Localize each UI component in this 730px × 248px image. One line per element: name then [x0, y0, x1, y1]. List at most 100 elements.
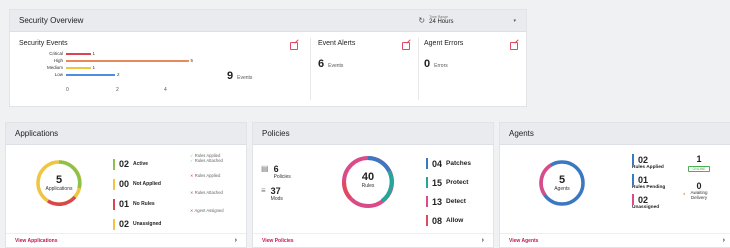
stat-color-bar — [426, 158, 428, 169]
event-level-value: 2 — [117, 72, 120, 77]
event-level-label: Medium — [46, 65, 63, 70]
event-level-label: Critical — [49, 51, 63, 56]
refresh-icon[interactable]: ↻ — [418, 16, 425, 25]
policies-count: 6 — [273, 164, 279, 174]
stat-number: 15 — [432, 177, 443, 188]
applications-stats: 02 Active 00 Not Applied 01 No Rules 02 Unassig… — [113, 154, 161, 234]
divider — [418, 38, 419, 100]
stat-number: 13 — [432, 196, 443, 207]
policies-donut-center: 40 Rules — [340, 171, 396, 189]
stat-label: Unassigned — [133, 221, 162, 227]
agents-donut-value: 5 — [558, 174, 566, 186]
event-level-label: Low — [54, 72, 63, 77]
applications-card: Applications 5 Applications 02 Active 00 No… — [5, 122, 247, 248]
stat-label: Detect — [446, 198, 466, 205]
view-policies-label[interactable]: View Policies — [262, 238, 294, 244]
tick-label: 0 — [66, 87, 69, 93]
chevron-right-icon[interactable]: › — [235, 237, 237, 244]
stat-label: Rules Applied — [632, 165, 664, 170]
time-range-select[interactable]: ↻ Time Range 24 Hours ▾ — [418, 15, 516, 26]
stat-number: 02 — [119, 219, 130, 229]
time-range-value: 24 Hours — [429, 19, 454, 26]
stat-label: Rules Pending — [632, 185, 666, 190]
online-badge: ONLINE — [688, 166, 710, 172]
agent-errors-panel: Agent Errors 0 Errors — [424, 40, 520, 100]
policies-stats: 04 Patches 15 Protect 13 Detect 08 Allow — [426, 154, 471, 230]
external-link-icon[interactable] — [510, 42, 518, 50]
stat-color-bar — [113, 158, 115, 170]
view-agents-label[interactable]: View Agents — [509, 238, 538, 244]
stat-number: 02 — [119, 159, 130, 169]
divider — [310, 38, 311, 100]
tick-label: 2 — [116, 87, 119, 93]
stat-number: 02 — [638, 194, 649, 205]
applications-header: Applications — [6, 123, 246, 145]
warning-icon: ● — [683, 191, 686, 196]
stat-item: 04 Patches — [426, 154, 471, 173]
policies-header: Policies — [253, 123, 493, 145]
stat-color-bar — [426, 177, 428, 188]
note-text: Rules Attached — [194, 157, 223, 163]
security-overview-card: Security Overview ↻ Time Range 24 Hours … — [9, 9, 527, 107]
stat-item: 01 Rules Pending — [632, 174, 665, 190]
stat-label: Unassigned — [632, 205, 660, 210]
security-overview-header: Security Overview ↻ Time Range 24 Hours … — [10, 10, 526, 32]
stat-number: 02 — [638, 154, 649, 165]
stat-item: 02 Active — [113, 154, 161, 174]
stat-item: 01 No Rules — [113, 194, 161, 214]
events-unit: Events — [237, 75, 253, 81]
event-level-bar — [66, 53, 91, 55]
agents-header: Agents — [500, 123, 730, 145]
online-count: 1 — [696, 154, 702, 164]
agent-errors-unit: Errors — [434, 63, 448, 69]
policies-card: Policies ▤ 6 Policies ≡ 37 Mods 40 Rules… — [252, 122, 494, 248]
policies-label: Policies — [273, 174, 291, 180]
event-level-row: Critical 1 — [19, 51, 219, 57]
agents-stats: 02 Rules Applied 01 Rules Pending 02 Unassign… — [632, 154, 665, 214]
applications-donut-label: Applications — [45, 186, 73, 192]
view-policies-link[interactable]: View Policies › — [253, 233, 493, 247]
tick-label: 4 — [164, 87, 167, 93]
view-applications-link[interactable]: View Applications › — [6, 233, 246, 247]
event-level-value: 5 — [190, 58, 194, 63]
stat-number: 08 — [432, 215, 443, 226]
events-axis-ticks: 0 2 4 — [66, 87, 176, 93]
chevron-right-icon[interactable]: › — [723, 237, 725, 244]
external-link-icon[interactable] — [290, 42, 298, 50]
chevron-right-icon[interactable]: › — [482, 237, 484, 244]
event-level-row: Medium 1 — [19, 65, 219, 71]
stat-item: 15 Protect — [426, 173, 471, 192]
stat-color-bar — [113, 198, 115, 210]
agents-donut-label: Agents — [554, 186, 570, 192]
security-events-panel: Security Events Critical 1 High 5 Medium 1 Low… — [19, 40, 299, 100]
stat-color-bar — [632, 154, 634, 165]
event-level-bar — [66, 60, 189, 62]
stat-item: 00 Not Applied — [113, 174, 161, 194]
stat-number: 01 — [119, 199, 130, 209]
applications-notes: ✓ Rules Applied ✓ Rules Attached ✕ Rules… — [190, 153, 224, 214]
event-level-value: 1 — [92, 65, 96, 70]
document-icon: ▤ — [261, 164, 269, 173]
agent-errors-count: 0 — [424, 58, 431, 70]
stat-color-bar — [632, 174, 634, 185]
event-alerts-unit: Events — [328, 63, 344, 69]
policies-donut-value: 40 — [361, 171, 375, 183]
stat-color-bar — [113, 178, 115, 190]
stat-item: 08 Allow — [426, 211, 471, 230]
view-agents-link[interactable]: View Agents › — [500, 233, 730, 247]
events-count: 9 — [227, 70, 234, 82]
event-level-label: High — [53, 58, 63, 63]
view-applications-label[interactable]: View Applications — [15, 238, 58, 244]
stat-label: Active — [133, 161, 149, 167]
stat-number: 04 — [432, 158, 443, 169]
stat-label: Allow — [446, 217, 464, 224]
event-alerts-panel: Event Alerts 6 Events — [318, 40, 410, 100]
stat-label: Not Applied — [133, 181, 161, 187]
events-total: 9 Events — [227, 70, 252, 82]
policies-donut-label: Rules — [361, 183, 375, 189]
policies-summary: ▤ 6 Policies ≡ 37 Mods — [261, 164, 291, 202]
event-level-row: Low 2 — [19, 72, 219, 78]
mods-count: 37 — [270, 186, 281, 196]
mods-label: Mods — [270, 196, 283, 202]
external-link-icon[interactable] — [402, 42, 410, 50]
